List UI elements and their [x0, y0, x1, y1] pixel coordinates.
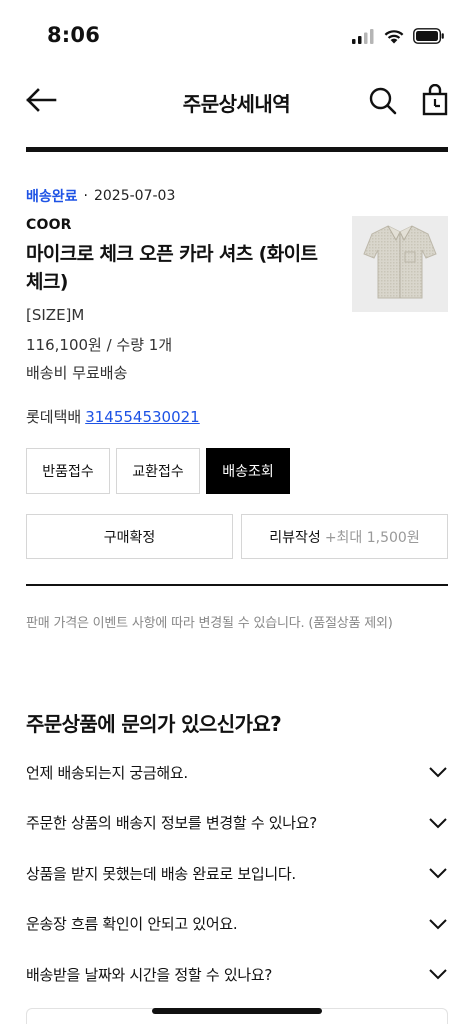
product-thumbnail[interactable] — [352, 216, 448, 312]
shirt-image — [360, 220, 440, 308]
cart-button[interactable] — [420, 83, 454, 120]
write-review-button[interactable]: 리뷰작성 +최대 1,500원 — [241, 514, 448, 559]
faq-question: 언제 배송되는지 궁금해요. — [26, 763, 188, 782]
chevron-down-icon — [428, 914, 448, 934]
order-action-buttons-secondary: 구매확정 리뷰작성 +최대 1,500원 — [26, 514, 448, 559]
status-icons — [351, 28, 445, 48]
faq-item[interactable]: 운송장 흐름 확인이 안되고 있어요. — [26, 899, 448, 950]
signal-icon — [351, 28, 375, 48]
faq-question: 주문한 상품의 배송지 정보를 변경할 수 있나요? — [26, 814, 317, 833]
header: 주문상세내역 — [0, 74, 473, 130]
order-separator: · — [83, 188, 88, 204]
faq-item[interactable]: 주문한 상품의 배송지 정보를 변경할 수 있나요? — [26, 798, 448, 849]
search-button[interactable] — [368, 86, 400, 118]
price-notice: 판매 가격은 이벤트 사항에 따라 변경될 수 있습니다. (품절상품 제외) — [26, 616, 393, 631]
product-size: [SIZE]M — [26, 306, 85, 324]
chevron-down-icon — [428, 863, 448, 883]
shopping-bag-icon — [420, 83, 450, 120]
product-shipping-fee: 배송비 무료배송 — [26, 364, 128, 382]
order-status: 배송완료 — [26, 189, 78, 205]
status-time: 8:06 — [47, 23, 101, 47]
faq-item[interactable]: 배송받을 날짜와 시간을 정할 수 있나요? — [26, 949, 448, 1000]
product-name[interactable]: 마이크로 체크 오픈 카라 셔츠 (화이트 체크) — [26, 240, 332, 296]
faq-question: 상품을 받지 못했는데 배송 완료로 보입니다. — [26, 864, 296, 883]
faq-item[interactable]: 상품을 받지 못했는데 배송 완료로 보입니다. — [26, 848, 448, 899]
section-divider — [26, 584, 448, 586]
product-price-quantity: 116,100원 / 수량 1개 — [26, 336, 173, 354]
track-delivery-button[interactable]: 배송조회 — [206, 448, 290, 494]
search-icon — [368, 87, 398, 120]
faq-title: 주문상품에 문의가 있으신가요? — [26, 712, 282, 736]
faq-question: 배송받을 날짜와 시간을 정할 수 있나요? — [26, 965, 273, 984]
review-bonus-label: +최대 1,500원 — [324, 529, 420, 546]
status-bar: 8:06 — [0, 0, 473, 74]
wifi-icon — [383, 28, 405, 48]
order-status-line: 배송완료 · 2025-07-03 — [26, 186, 175, 206]
product-brand[interactable]: COOR — [26, 217, 72, 233]
chevron-down-icon — [428, 813, 448, 833]
confirm-purchase-button[interactable]: 구매확정 — [26, 514, 233, 559]
courier-name: 롯데택배 — [26, 408, 82, 426]
order-date: 2025-07-03 — [93, 188, 176, 204]
page-title: 주문상세내역 — [182, 92, 291, 116]
chevron-down-icon — [428, 964, 448, 984]
tracking-number-link[interactable]: 314554530021 — [85, 408, 200, 426]
order-action-buttons: 반품접수 교환접수 배송조회 — [26, 448, 290, 494]
header-divider — [26, 147, 448, 152]
exchange-request-button[interactable]: 교환접수 — [116, 448, 200, 494]
faq-item[interactable]: 언제 배송되는지 궁금해요. — [26, 747, 448, 798]
return-request-button[interactable]: 반품접수 — [26, 448, 110, 494]
faq-question: 운송장 흐름 확인이 안되고 있어요. — [26, 915, 238, 934]
chevron-down-icon — [428, 762, 448, 782]
home-indicator — [152, 1008, 322, 1014]
faq-list: 언제 배송되는지 궁금해요. 주문한 상품의 배송지 정보를 변경할 수 있나요… — [26, 747, 448, 1000]
write-review-label: 리뷰작성 — [269, 529, 321, 546]
delivery-info: 롯데택배 314554530021 — [26, 406, 200, 427]
battery-icon — [413, 28, 445, 48]
